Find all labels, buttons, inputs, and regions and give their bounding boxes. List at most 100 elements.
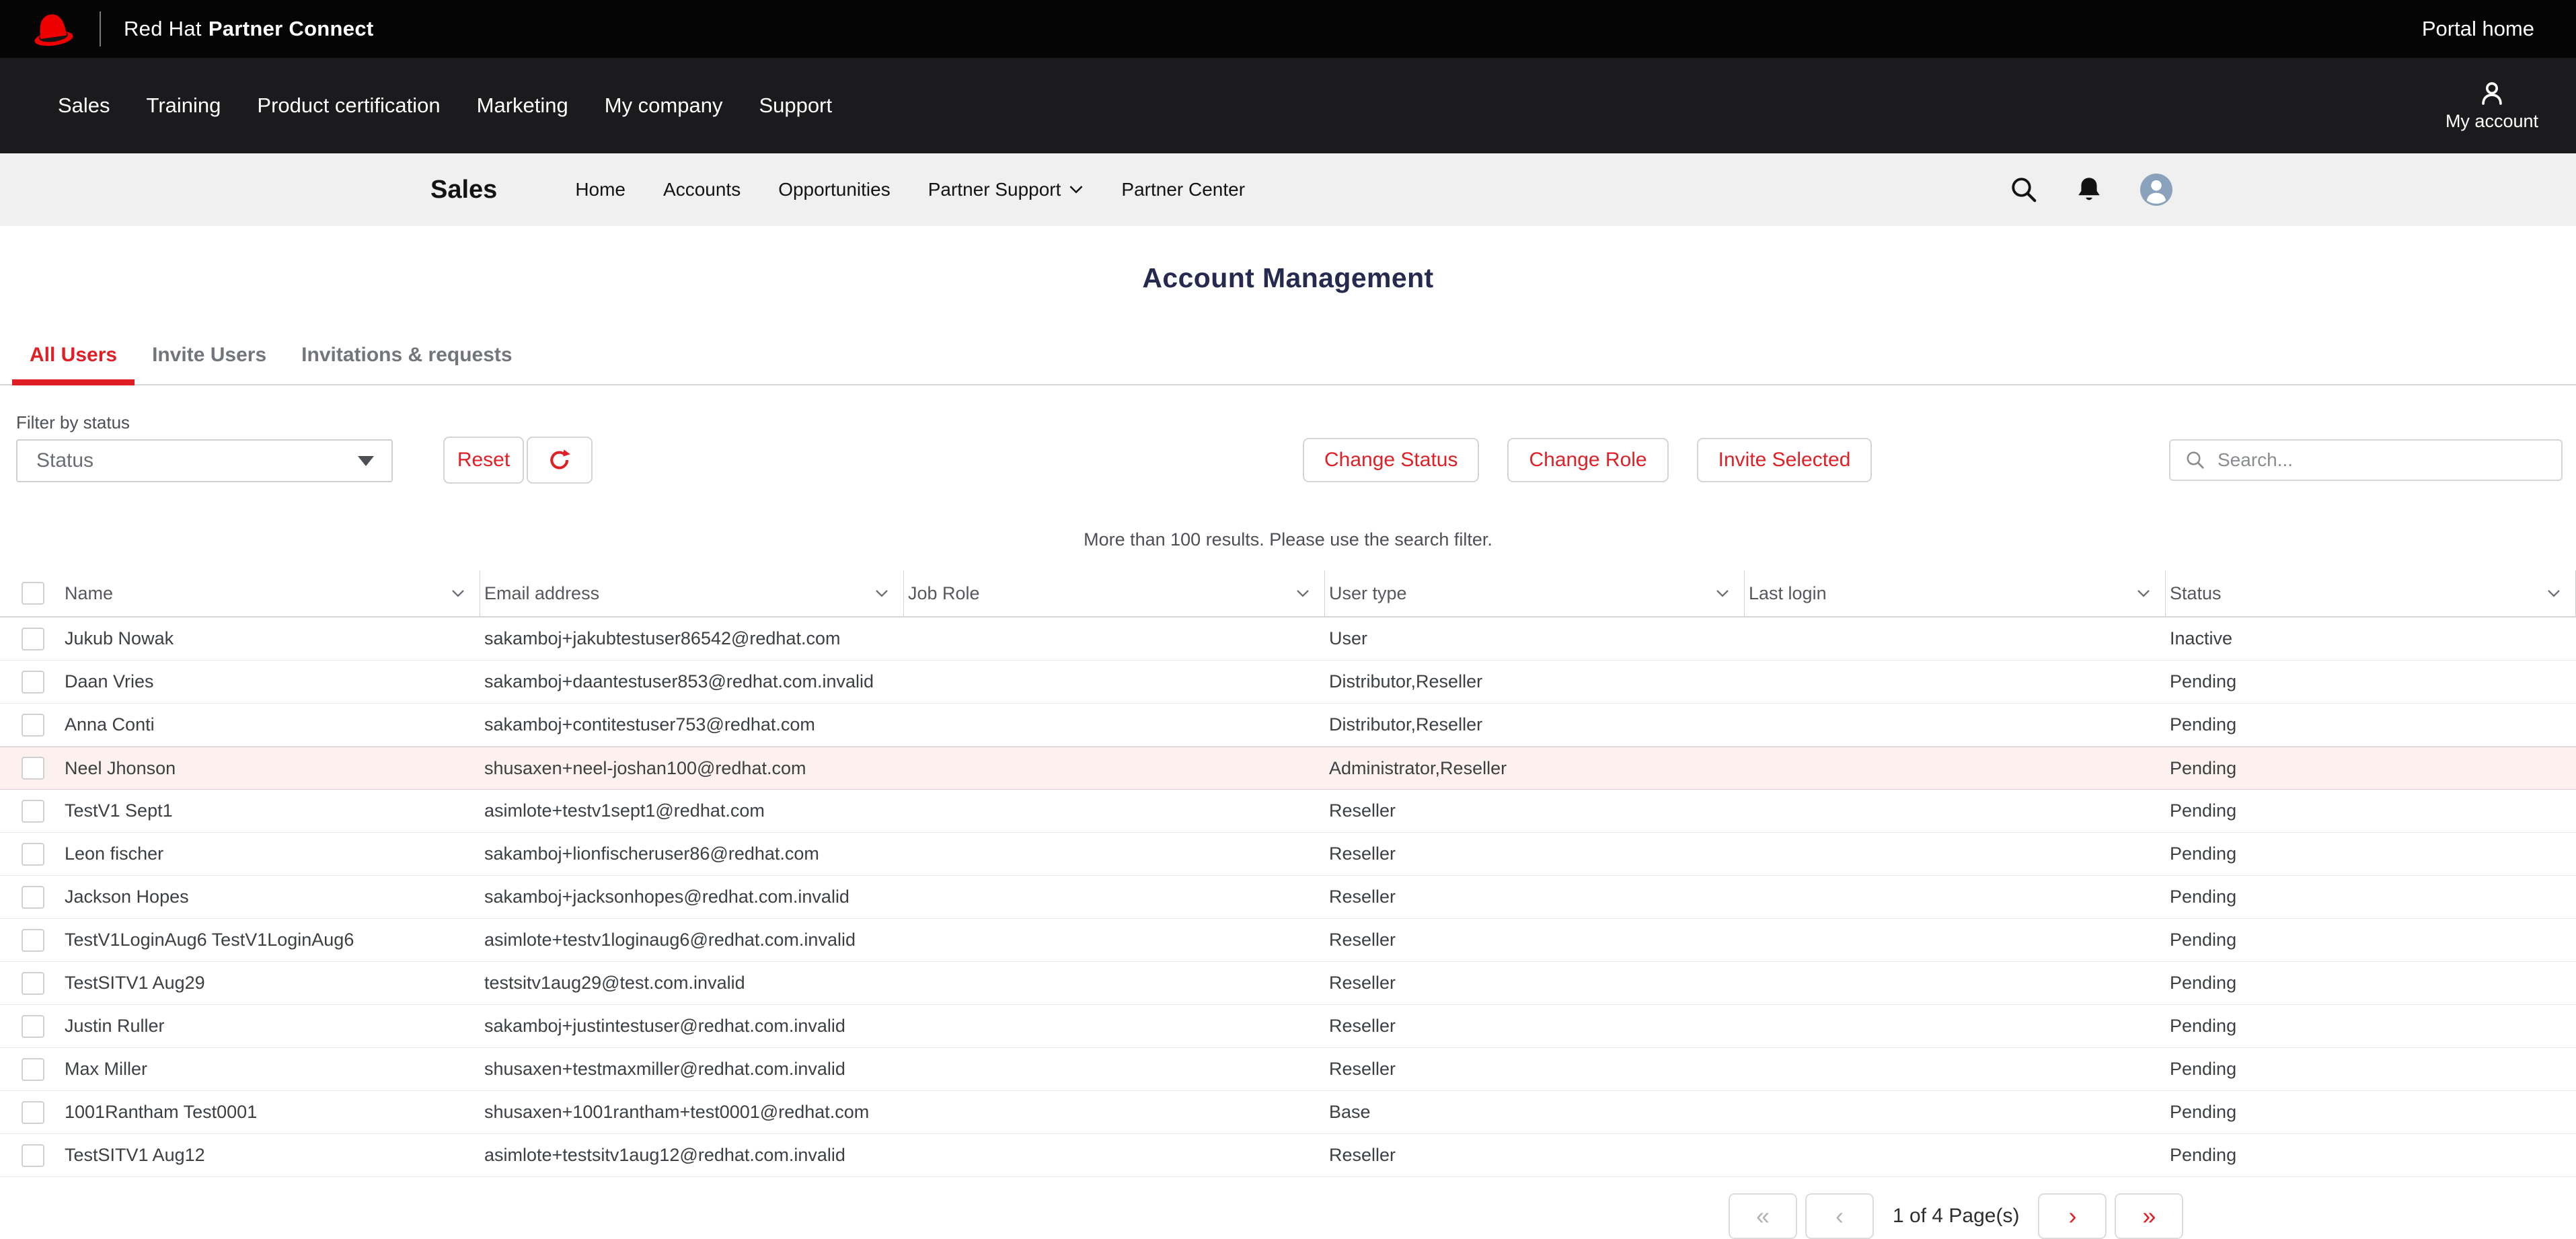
main-nav: Sales Training Product certification Market… (0, 58, 2576, 153)
table-row[interactable]: TestV1LoginAug6 TestV1LoginAug6asimlote+… (0, 919, 2576, 962)
mainnav-item-sales[interactable]: Sales (58, 93, 110, 118)
row-checkbox-cell (16, 790, 61, 832)
cell-name: Justin Ruller (61, 1016, 480, 1037)
status-filter-select[interactable]: Status (16, 439, 393, 482)
subnav-item-partner-support[interactable]: Partner Support (928, 179, 1084, 200)
row-checkbox[interactable] (22, 800, 44, 823)
mainnav-item-my-company[interactable]: My company (605, 93, 723, 118)
column-label-user-type: User type (1329, 583, 1407, 604)
change-status-button[interactable]: Change Status (1303, 438, 1479, 482)
main-nav-items: Sales Training Product certification Market… (58, 93, 832, 118)
cell-name: 1001Rantham Test0001 (61, 1102, 480, 1123)
row-checkbox-cell (16, 919, 61, 961)
my-account-button[interactable]: My account (2446, 79, 2538, 132)
bulk-actions: Change Status Change Role Invite Selected (1303, 438, 1872, 482)
cell-user-type: Distributor,Reseller (1325, 714, 1745, 735)
column-header-last-login[interactable]: Last login (1745, 570, 2166, 616)
row-checkbox-cell (16, 876, 61, 918)
cell-status: Pending (2166, 1016, 2576, 1037)
mainnav-item-support[interactable]: Support (759, 93, 832, 118)
table-row[interactable]: Justin Rullersakamboj+justintestuser@red… (0, 1005, 2576, 1048)
table-row[interactable]: Jackson Hopessakamboj+jacksonhopes@redha… (0, 876, 2576, 919)
first-page-button[interactable]: « (1729, 1193, 1797, 1239)
row-checkbox[interactable] (22, 671, 44, 693)
cell-name: TestV1 Sept1 (61, 800, 480, 821)
prev-page-button[interactable]: ‹ (1805, 1193, 1874, 1239)
cell-status: Pending (2166, 671, 2576, 692)
mainnav-item-marketing[interactable]: Marketing (477, 93, 568, 118)
tab-invitations-requests[interactable]: Invitations & requests (284, 334, 529, 384)
mainnav-item-training[interactable]: Training (147, 93, 221, 118)
row-checkbox[interactable] (22, 1015, 44, 1038)
pagination: « ‹ 1 of 4 Page(s) › » (1729, 1193, 2576, 1239)
bell-icon[interactable] (2074, 174, 2104, 205)
table-row[interactable]: TestSITV1 Aug29testsitv1aug29@test.com.i… (0, 962, 2576, 1005)
main-content: Account Management All UsersInvite Users… (0, 262, 2576, 1239)
column-header-email-address[interactable]: Email address (480, 570, 904, 616)
avatar[interactable] (2140, 174, 2172, 206)
subnav-item-home[interactable]: Home (575, 179, 626, 200)
portal-home-link[interactable]: Portal home (2422, 17, 2534, 41)
table-row[interactable]: Neel Jhonsonshusaxen+neel-joshan100@redh… (0, 747, 2576, 790)
filter-label: Filter by status (16, 412, 130, 433)
row-checkbox[interactable] (22, 1058, 44, 1081)
table-row[interactable]: Max Millershusaxen+testmaxmiller@redhat.… (0, 1048, 2576, 1091)
search-input[interactable] (2216, 449, 2546, 472)
cell-status: Pending (2166, 887, 2576, 907)
users-table: Name Email address Job Role User type La… (0, 570, 2576, 1177)
table-row[interactable]: Leon fischersakamboj+lionfischeruser86@r… (0, 833, 2576, 876)
table-row[interactable]: TestSITV1 Aug12asimlote+testsitv1aug12@r… (0, 1134, 2576, 1177)
cell-email: asimlote+testv1sept1@redhat.com (480, 800, 904, 821)
row-checkbox[interactable] (22, 1101, 44, 1124)
brand-text: Red HatPartner Connect (124, 17, 374, 41)
search-icon (2185, 450, 2205, 470)
mainnav-item-product-certification[interactable]: Product certification (257, 93, 440, 118)
refresh-icon (547, 448, 572, 472)
column-header-user-type[interactable]: User type (1325, 570, 1745, 616)
subnav-icons (2010, 174, 2172, 206)
cell-email: asimlote+testv1loginaug6@redhat.com.inva… (480, 930, 904, 950)
subnav-item-accounts[interactable]: Accounts (663, 179, 741, 200)
tab-all-users[interactable]: All Users (12, 334, 135, 384)
table-row[interactable]: Daan Vriessakamboj+daantestuser853@redha… (0, 661, 2576, 704)
row-checkbox[interactable] (22, 929, 44, 952)
cell-name: Daan Vries (61, 671, 480, 692)
tabs-bar: All UsersInvite UsersInvitations & reque… (0, 334, 2576, 385)
row-checkbox[interactable] (22, 972, 44, 995)
change-role-button[interactable]: Change Role (1507, 438, 1668, 482)
table-row[interactable]: 1001Rantham Test0001shusaxen+1001rantham… (0, 1091, 2576, 1134)
cell-user-type: Reseller (1325, 1016, 1745, 1037)
subnav-label-partner-center: Partner Center (1121, 179, 1245, 200)
row-checkbox-cell (16, 1134, 61, 1176)
reset-button[interactable]: Reset (443, 437, 524, 484)
invite-selected-button[interactable]: Invite Selected (1697, 438, 1872, 482)
row-checkbox[interactable] (22, 843, 44, 866)
select-all-checkbox[interactable] (22, 582, 44, 605)
subnav-item-opportunities[interactable]: Opportunities (778, 179, 891, 200)
column-header-job-role[interactable]: Job Role (904, 570, 1325, 616)
my-account-label: My account (2446, 111, 2538, 132)
table-row[interactable]: TestV1 Sept1asimlote+testv1sept1@redhat.… (0, 790, 2576, 833)
last-page-button[interactable]: » (2115, 1193, 2183, 1239)
next-page-button[interactable]: › (2038, 1193, 2107, 1239)
row-checkbox-cell (16, 661, 61, 703)
column-header-name[interactable]: Name (61, 570, 480, 616)
row-checkbox[interactable] (22, 628, 44, 650)
column-header-status[interactable]: Status (2166, 570, 2576, 616)
search-icon[interactable] (2010, 176, 2038, 204)
subnav-item-partner-center[interactable]: Partner Center (1121, 179, 1245, 200)
cell-email: shusaxen+neel-joshan100@redhat.com (480, 758, 904, 779)
row-checkbox[interactable] (22, 757, 44, 780)
row-checkbox[interactable] (22, 714, 44, 737)
refresh-button[interactable] (527, 437, 593, 484)
row-checkbox[interactable] (22, 886, 44, 909)
cell-name: TestSITV1 Aug12 (61, 1145, 480, 1166)
row-checkbox[interactable] (22, 1144, 44, 1167)
redhat-logo[interactable] (28, 9, 77, 48)
cell-email: asimlote+testsitv1aug12@redhat.com.inval… (480, 1145, 904, 1166)
cell-status: Pending (2166, 973, 2576, 993)
tab-invite-users[interactable]: Invite Users (135, 334, 284, 384)
table-row[interactable]: Anna Contisakamboj+contitestuser753@redh… (0, 704, 2576, 747)
table-row[interactable]: Jukub Nowaksakamboj+jakubtestuser86542@r… (0, 617, 2576, 661)
search-box[interactable] (2169, 439, 2563, 481)
